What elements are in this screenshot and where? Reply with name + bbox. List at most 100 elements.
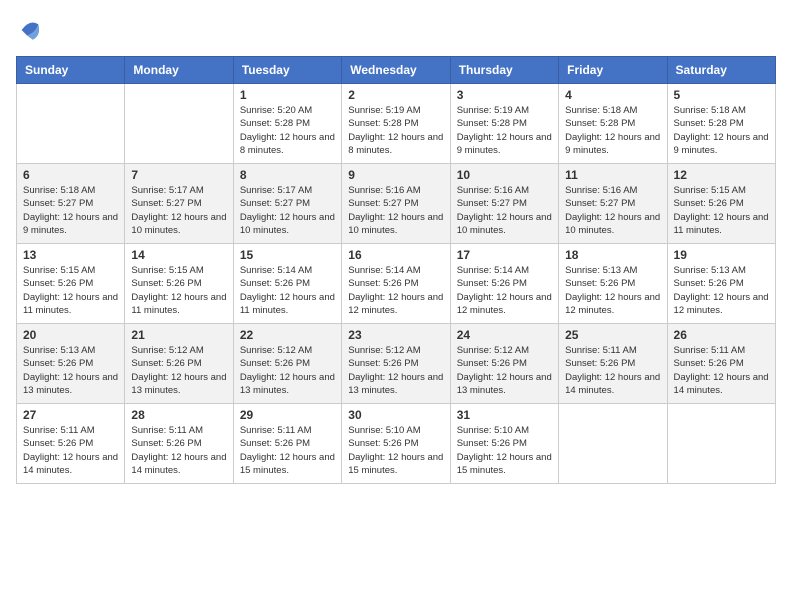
day-info: Sunrise: 5:14 AMSunset: 5:26 PMDaylight:…	[348, 264, 443, 317]
calendar-cell: 6Sunrise: 5:18 AMSunset: 5:27 PMDaylight…	[17, 164, 125, 244]
day-number: 19	[674, 248, 769, 262]
calendar-cell: 21Sunrise: 5:12 AMSunset: 5:26 PMDayligh…	[125, 324, 233, 404]
day-number: 29	[240, 408, 335, 422]
calendar-cell: 1 Sunrise: 5:20 AMSunset: 5:28 PMDaylight…	[233, 84, 341, 164]
day-info: Sunrise: 5:11 AMSunset: 5:26 PMDaylight:…	[131, 424, 226, 477]
calendar-header-row: SundayMondayTuesdayWednesdayThursdayFrid…	[17, 57, 776, 84]
calendar-week-1: 1 Sunrise: 5:20 AMSunset: 5:28 PMDaylight…	[17, 84, 776, 164]
calendar-header-thursday: Thursday	[450, 57, 558, 84]
day-number: 28	[131, 408, 226, 422]
day-number: 1	[240, 88, 335, 102]
calendar-cell: 16Sunrise: 5:14 AMSunset: 5:26 PMDayligh…	[342, 244, 450, 324]
day-number: 15	[240, 248, 335, 262]
day-number: 3	[457, 88, 552, 102]
logo	[16, 16, 48, 44]
day-info: Sunrise: 5:19 AMSunset: 5:28 PMDaylight:…	[348, 104, 443, 157]
day-info: Sunrise: 5:18 AMSunset: 5:28 PMDaylight:…	[565, 104, 660, 157]
calendar-cell: 10Sunrise: 5:16 AMSunset: 5:27 PMDayligh…	[450, 164, 558, 244]
day-number: 7	[131, 168, 226, 182]
day-number: 11	[565, 168, 660, 182]
day-info: Sunrise: 5:17 AMSunset: 5:27 PMDaylight:…	[240, 184, 335, 237]
day-number: 24	[457, 328, 552, 342]
day-info: Sunrise: 5:13 AMSunset: 5:26 PMDaylight:…	[23, 344, 118, 397]
calendar-cell: 25 Sunrise: 5:11 AMSunset: 5:26 PMDayligh…	[559, 324, 667, 404]
calendar-cell: 23 Sunrise: 5:12 AMSunset: 5:26 PMDayligh…	[342, 324, 450, 404]
day-number: 27	[23, 408, 118, 422]
day-number: 18	[565, 248, 660, 262]
calendar-cell: 5 Sunrise: 5:18 AMSunset: 5:28 PMDaylight…	[667, 84, 775, 164]
calendar-cell: 18 Sunrise: 5:13 AMSunset: 5:26 PMDayligh…	[559, 244, 667, 324]
day-number: 9	[348, 168, 443, 182]
calendar-cell: 20 Sunrise: 5:13 AMSunset: 5:26 PMDayligh…	[17, 324, 125, 404]
calendar-cell: 2 Sunrise: 5:19 AMSunset: 5:28 PMDaylight…	[342, 84, 450, 164]
calendar-cell: 26 Sunrise: 5:11 AMSunset: 5:26 PMDayligh…	[667, 324, 775, 404]
day-info: Sunrise: 5:15 AMSunset: 5:26 PMDaylight:…	[674, 184, 769, 237]
day-number: 5	[674, 88, 769, 102]
day-number: 8	[240, 168, 335, 182]
day-info: Sunrise: 5:11 AMSunset: 5:26 PMDaylight:…	[565, 344, 660, 397]
day-number: 22	[240, 328, 335, 342]
day-number: 13	[23, 248, 118, 262]
calendar-cell: 13 Sunrise: 5:15 AMSunset: 5:26 PMDayligh…	[17, 244, 125, 324]
day-info: Sunrise: 5:20 AMSunset: 5:28 PMDaylight:…	[240, 104, 335, 157]
day-info: Sunrise: 5:12 AMSunset: 5:26 PMDaylight:…	[240, 344, 335, 397]
day-info: Sunrise: 5:10 AMSunset: 5:26 PMDaylight:…	[348, 424, 443, 477]
calendar-cell: 4 Sunrise: 5:18 AMSunset: 5:28 PMDaylight…	[559, 84, 667, 164]
calendar-cell	[559, 404, 667, 484]
day-number: 12	[674, 168, 769, 182]
day-number: 25	[565, 328, 660, 342]
calendar-header-monday: Monday	[125, 57, 233, 84]
calendar-cell: 28 Sunrise: 5:11 AMSunset: 5:26 PMDayligh…	[125, 404, 233, 484]
day-info: Sunrise: 5:15 AMSunset: 5:26 PMDaylight:…	[23, 264, 118, 317]
calendar-cell: 12 Sunrise: 5:15 AMSunset: 5:26 PMDayligh…	[667, 164, 775, 244]
calendar-cell: 15 Sunrise: 5:14 AMSunset: 5:26 PMDayligh…	[233, 244, 341, 324]
day-number: 17	[457, 248, 552, 262]
calendar-cell	[667, 404, 775, 484]
day-info: Sunrise: 5:18 AMSunset: 5:28 PMDaylight:…	[674, 104, 769, 157]
calendar-header-wednesday: Wednesday	[342, 57, 450, 84]
day-info: Sunrise: 5:11 AMSunset: 5:26 PMDaylight:…	[23, 424, 118, 477]
calendar-cell: 27 Sunrise: 5:11 AMSunset: 5:26 PMDayligh…	[17, 404, 125, 484]
day-number: 26	[674, 328, 769, 342]
day-info: Sunrise: 5:12 AMSunset: 5:26 PMDaylight:…	[348, 344, 443, 397]
day-info: Sunrise: 5:15 AMSunset: 5:26 PMDaylight:…	[131, 264, 226, 317]
calendar-cell: 3 Sunrise: 5:19 AMSunset: 5:28 PMDaylight…	[450, 84, 558, 164]
calendar-cell: 8 Sunrise: 5:17 AMSunset: 5:27 PMDaylight…	[233, 164, 341, 244]
day-info: Sunrise: 5:14 AMSunset: 5:26 PMDaylight:…	[240, 264, 335, 317]
calendar-cell: 17 Sunrise: 5:14 AMSunset: 5:26 PMDayligh…	[450, 244, 558, 324]
calendar-cell: 11 Sunrise: 5:16 AMSunset: 5:27 PMDayligh…	[559, 164, 667, 244]
day-info: Sunrise: 5:17 AMSunset: 5:27 PMDaylight:…	[131, 184, 226, 237]
calendar-header-friday: Friday	[559, 57, 667, 84]
day-info: Sunrise: 5:16 AMSunset: 5:27 PMDaylight:…	[348, 184, 443, 237]
day-info: Sunrise: 5:19 AMSunset: 5:28 PMDaylight:…	[457, 104, 552, 157]
calendar-header-tuesday: Tuesday	[233, 57, 341, 84]
calendar-week-4: 20 Sunrise: 5:13 AMSunset: 5:26 PMDayligh…	[17, 324, 776, 404]
calendar-cell: 22 Sunrise: 5:12 AMSunset: 5:26 PMDayligh…	[233, 324, 341, 404]
calendar-week-5: 27 Sunrise: 5:11 AMSunset: 5:26 PMDayligh…	[17, 404, 776, 484]
calendar-cell	[125, 84, 233, 164]
day-number: 6	[23, 168, 118, 182]
day-info: Sunrise: 5:16 AMSunset: 5:27 PMDaylight:…	[457, 184, 552, 237]
day-number: 14	[131, 248, 226, 262]
day-number: 4	[565, 88, 660, 102]
logo-icon	[16, 16, 44, 44]
calendar-cell: 14 Sunrise: 5:15 AMSunset: 5:26 PMDayligh…	[125, 244, 233, 324]
day-info: Sunrise: 5:12 AMSunset: 5:26 PMDaylight:…	[131, 344, 226, 397]
day-number: 20	[23, 328, 118, 342]
day-info: Sunrise: 5:14 AMSunset: 5:26 PMDaylight:…	[457, 264, 552, 317]
day-info: Sunrise: 5:11 AMSunset: 5:26 PMDaylight:…	[674, 344, 769, 397]
calendar-cell: 19 Sunrise: 5:13 AMSunset: 5:26 PMDayligh…	[667, 244, 775, 324]
calendar-cell: 9 Sunrise: 5:16 AMSunset: 5:27 PMDaylight…	[342, 164, 450, 244]
day-info: Sunrise: 5:10 AMSunset: 5:26 PMDaylight:…	[457, 424, 552, 477]
day-info: Sunrise: 5:13 AMSunset: 5:26 PMDaylight:…	[674, 264, 769, 317]
day-number: 23	[348, 328, 443, 342]
day-number: 2	[348, 88, 443, 102]
calendar-cell: 24 Sunrise: 5:12 AMSunset: 5:26 PMDayligh…	[450, 324, 558, 404]
day-info: Sunrise: 5:11 AMSunset: 5:26 PMDaylight:…	[240, 424, 335, 477]
day-info: Sunrise: 5:12 AMSunset: 5:26 PMDaylight:…	[457, 344, 552, 397]
day-info: Sunrise: 5:13 AMSunset: 5:26 PMDaylight:…	[565, 264, 660, 317]
calendar-week-2: 6Sunrise: 5:18 AMSunset: 5:27 PMDaylight…	[17, 164, 776, 244]
day-info: Sunrise: 5:16 AMSunset: 5:27 PMDaylight:…	[565, 184, 660, 237]
calendar-header-sunday: Sunday	[17, 57, 125, 84]
calendar-cell: 7 Sunrise: 5:17 AMSunset: 5:27 PMDaylight…	[125, 164, 233, 244]
